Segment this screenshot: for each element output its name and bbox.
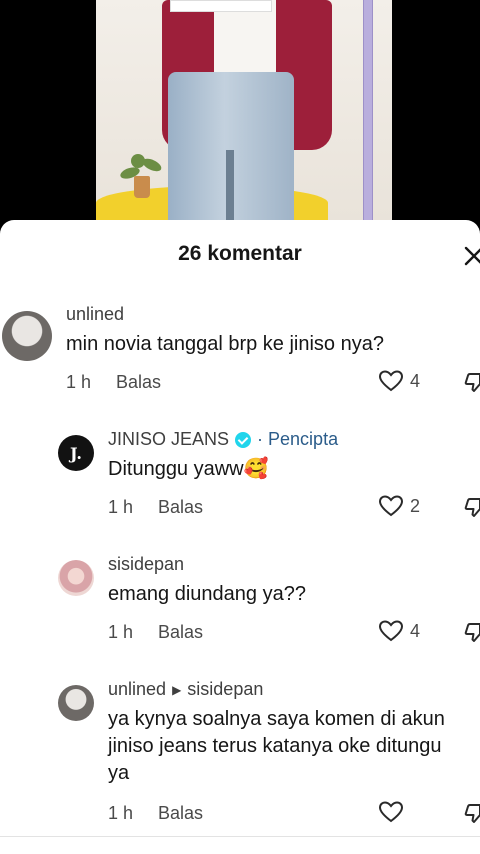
video-frame <box>96 0 392 220</box>
brand-logo-text: J. <box>70 443 82 463</box>
verified-badge-icon <box>235 431 252 448</box>
video-preview[interactable] <box>0 0 480 220</box>
comment-time: 1 h <box>108 622 134 642</box>
comment-username[interactable]: unlined ▶ sisidepan <box>108 679 263 700</box>
comment-time: 1 h <box>108 497 134 517</box>
reply-button[interactable]: Balas <box>158 803 203 824</box>
dislike-icon[interactable] <box>462 495 480 519</box>
comment-text: emang diundang ya?? <box>108 583 306 605</box>
creator-label: · Pencipta <box>257 429 339 449</box>
comment-username[interactable]: unlined <box>66 304 124 325</box>
username-text[interactable]: sisidepan <box>108 554 184 575</box>
comment-username[interactable]: JINISO JEANS · Pencipta <box>108 429 338 450</box>
comment-meta: 1 h Balas <box>108 622 203 643</box>
like-button[interactable]: 4 <box>378 369 420 393</box>
divider <box>0 836 480 837</box>
comment-item: sisidepan emang diundang ya?? 1 h Balas … <box>0 550 480 660</box>
like-button[interactable]: 2 <box>378 494 420 518</box>
heart-icon <box>378 370 404 392</box>
avatar[interactable] <box>2 311 52 361</box>
background-pole <box>364 0 372 220</box>
avatar[interactable] <box>58 560 94 596</box>
jeans-gap <box>226 150 234 220</box>
username-text[interactable]: unlined <box>66 304 124 325</box>
like-count: 2 <box>410 495 421 516</box>
heart-icon <box>378 495 404 517</box>
plant-leaf <box>131 154 145 168</box>
reply-button[interactable]: Balas <box>158 497 203 518</box>
like-count: 4 <box>410 620 421 641</box>
comment-meta: 1 h Balas <box>108 803 203 824</box>
comment-item: unlined ▶ sisidepan ya kynya soalnya say… <box>0 675 480 825</box>
reply-button[interactable]: Balas <box>158 622 203 643</box>
like-button[interactable]: 4 <box>378 619 420 643</box>
comment-item: J. JINISO JEANS · Pencipta Ditunggu yaww… <box>0 425 480 535</box>
comment-username[interactable]: sisidepan <box>108 554 184 575</box>
comment-text: Ditunggu yaww🥰 <box>108 458 269 480</box>
like-button[interactable] <box>378 800 410 824</box>
reply-arrow-icon: ▶ <box>172 682 182 697</box>
comment-meta: 1 h Balas <box>66 372 161 393</box>
close-icon[interactable] <box>462 244 480 268</box>
plant-pot <box>134 176 150 198</box>
avatar[interactable]: J. <box>58 435 94 471</box>
reply-button[interactable]: Balas <box>116 372 161 393</box>
comment-time: 1 h <box>108 803 134 823</box>
heart-icon <box>378 620 404 642</box>
sheet-header: 26 komentar <box>0 220 480 284</box>
comment-meta: 1 h Balas <box>108 497 203 518</box>
held-paper <box>170 0 272 12</box>
comment-text: min novia tanggal brp ke jiniso nya? <box>66 333 384 355</box>
comment-item: unlined min novia tanggal brp ke jiniso … <box>0 300 480 410</box>
username-text[interactable]: unlined <box>108 679 166 700</box>
reply-target-username[interactable]: sisidepan <box>187 679 263 700</box>
creator-label-text: Pencipta <box>268 429 339 449</box>
username-text[interactable]: JINISO JEANS <box>108 429 229 450</box>
dislike-icon[interactable] <box>462 370 480 394</box>
dislike-icon[interactable] <box>462 620 480 644</box>
comment-count-title: 26 komentar <box>178 242 302 265</box>
comment-text: ya kynya soalnya saya komen di akun jini… <box>108 708 445 784</box>
heart-icon <box>378 801 404 823</box>
avatar[interactable] <box>58 685 94 721</box>
dislike-icon[interactable] <box>462 801 480 825</box>
comment-sheet: 26 komentar unlined min novia tanggal br… <box>0 220 480 854</box>
like-count: 4 <box>410 370 421 391</box>
comment-time: 1 h <box>66 372 92 392</box>
